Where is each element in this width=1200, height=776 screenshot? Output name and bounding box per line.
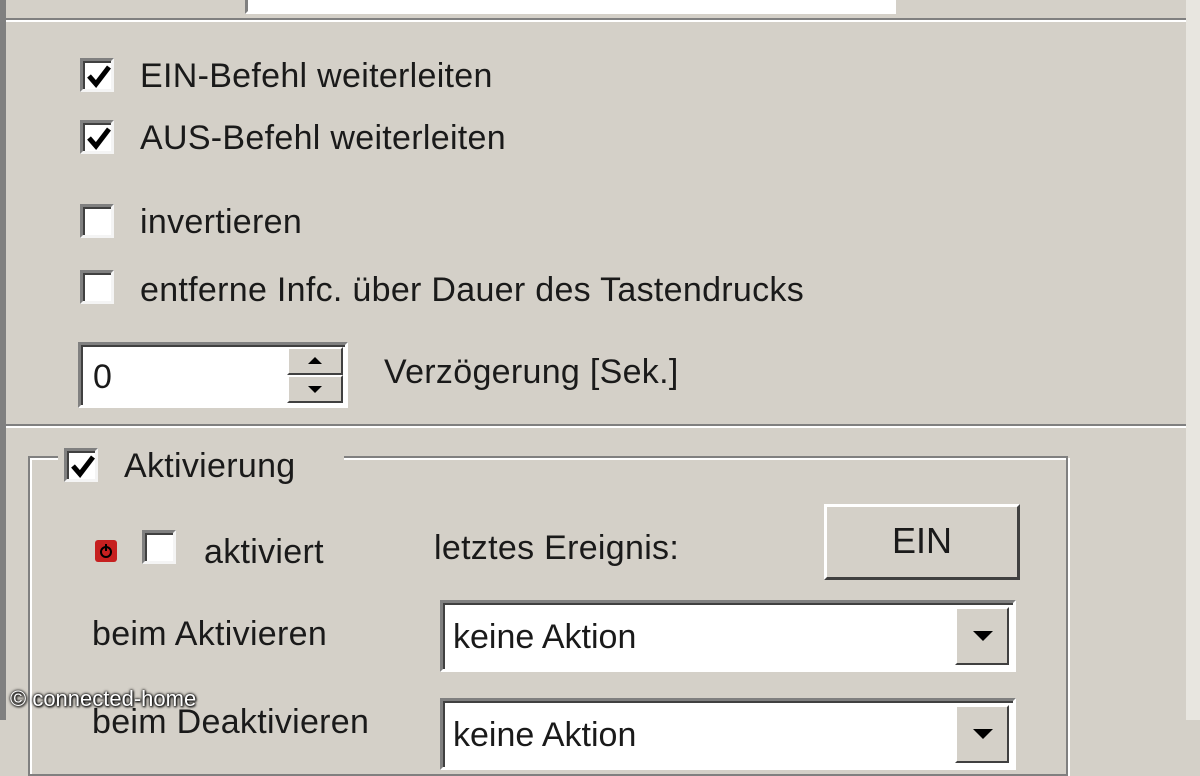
on-activate-dropdown-button[interactable] — [955, 607, 1009, 665]
on-activate-value: keine Aktion — [453, 618, 637, 656]
window-left-border — [0, 0, 6, 720]
activation-group-checkbox[interactable] — [64, 448, 98, 482]
activated-label: aktiviert — [204, 533, 324, 571]
watermark: © connected-home — [10, 686, 197, 711]
arrow-down-icon — [308, 386, 322, 393]
spin-down-button[interactable] — [287, 375, 343, 403]
forward-on-label: EIN-Befehl weiterleiten — [140, 57, 493, 95]
window-right-edge — [1186, 0, 1200, 720]
separator-middle — [6, 424, 1186, 428]
invert-label: invertieren — [140, 203, 303, 241]
checkmark-icon — [87, 127, 111, 150]
remove-duration-label: entferne Infc. über Dauer des Tastendruc… — [140, 271, 805, 309]
delay-spinner[interactable]: 0 — [78, 342, 348, 408]
delay-value[interactable]: 0 — [93, 357, 112, 397]
delay-label: Verzögerung [Sek.] — [384, 353, 679, 391]
on-deactivate-select[interactable]: keine Aktion — [440, 698, 1016, 770]
arrow-up-icon — [308, 357, 322, 364]
on-deactivate-dropdown-button[interactable] — [955, 705, 1009, 763]
on-activate-select[interactable]: keine Aktion — [440, 600, 1016, 672]
power-icon — [95, 540, 117, 562]
top-text-field[interactable] — [245, 0, 896, 14]
separator-top — [6, 18, 1186, 22]
on-activate-label: beim Aktivieren — [92, 615, 328, 653]
forward-on-checkbox[interactable] — [80, 58, 114, 92]
forward-off-checkbox[interactable] — [80, 120, 114, 154]
cropped-checkmark-icon — [10, 0, 50, 2]
invert-checkbox[interactable] — [80, 204, 114, 238]
activated-checkbox[interactable] — [142, 530, 176, 564]
forward-off-label: AUS-Befehl weiterleiten — [140, 119, 506, 157]
last-event-label: letztes Ereignis: — [434, 529, 680, 567]
activation-group-header[interactable]: Aktivierung — [58, 440, 344, 496]
spin-up-button[interactable] — [287, 347, 343, 375]
checkmark-icon — [71, 455, 95, 478]
checkmark-icon — [87, 65, 111, 88]
chevron-down-icon — [973, 729, 993, 739]
on-deactivate-value: keine Aktion — [453, 716, 637, 754]
remove-duration-checkbox[interactable] — [80, 270, 114, 304]
chevron-down-icon — [973, 631, 993, 641]
last-event-button[interactable]: EIN — [824, 504, 1020, 580]
activation-group-label: Aktivierung — [124, 447, 296, 485]
